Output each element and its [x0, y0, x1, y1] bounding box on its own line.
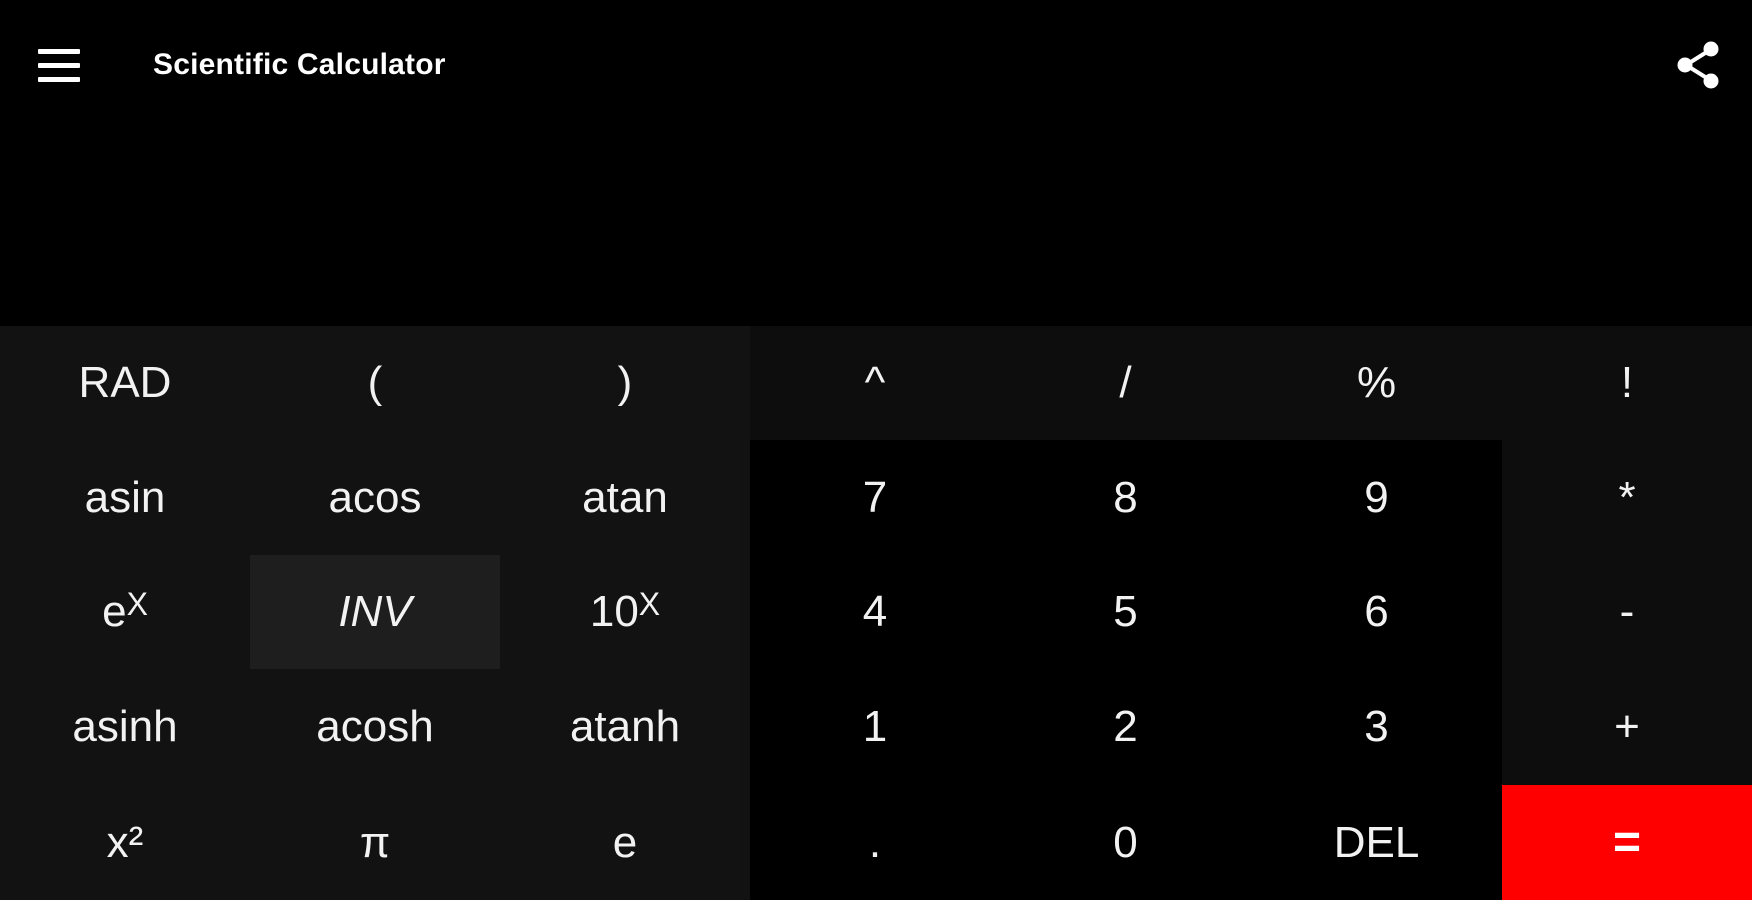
rad-button[interactable]: RAD [0, 326, 250, 440]
open-paren-button[interactable]: ( [250, 326, 500, 440]
plus-button[interactable]: + [1502, 669, 1752, 785]
digit-9-button[interactable]: 9 [1251, 440, 1502, 555]
result-display [0, 130, 1752, 326]
hamburger-menu-icon [38, 48, 80, 54]
digit-7-button[interactable]: 7 [750, 440, 1000, 555]
atan-button[interactable]: atan [500, 440, 750, 555]
multiply-button[interactable]: * [1502, 440, 1752, 555]
digit-5-button[interactable]: 5 [1000, 555, 1251, 669]
divide-button[interactable]: / [1000, 326, 1251, 440]
inv-button[interactable]: INV [250, 555, 500, 669]
acos-button[interactable]: acos [250, 440, 500, 555]
asinh-button[interactable]: asinh [0, 669, 250, 785]
exp-power: X [126, 585, 148, 622]
equals-button[interactable]: = [1502, 785, 1752, 900]
square-button[interactable]: x² [0, 785, 250, 900]
share-button[interactable] [1674, 38, 1726, 92]
close-paren-button[interactable]: ) [500, 326, 750, 440]
digit-6-button[interactable]: 6 [1251, 555, 1502, 669]
digit-2-button[interactable]: 2 [1000, 669, 1251, 785]
digit-4-button[interactable]: 4 [750, 555, 1000, 669]
share-icon [1677, 41, 1719, 89]
ten-power-button[interactable]: 10 X [500, 555, 750, 669]
app-bar: Scientific Calculator [0, 0, 1752, 130]
menu-button[interactable] [28, 40, 90, 90]
app-title: Scientific Calculator [153, 48, 446, 81]
acosh-button[interactable]: acosh [250, 669, 500, 785]
exp-button[interactable]: eX [0, 555, 250, 669]
hamburger-menu-icon-bar [38, 76, 80, 82]
digit-1-button[interactable]: 1 [750, 669, 1000, 785]
digit-0-button[interactable]: 0 [1000, 785, 1251, 900]
delete-button[interactable]: DEL [1251, 785, 1502, 900]
decimal-point-button[interactable]: . [750, 785, 1000, 900]
hamburger-menu-icon-bar [38, 62, 80, 68]
minus-button[interactable]: - [1502, 555, 1752, 669]
atanh-button[interactable]: atanh [500, 669, 750, 785]
keypad: RAD ( ) ^ / % ! asin acos atan 7 8 9 * e… [0, 326, 1752, 900]
ten-power-base: 10 [589, 587, 639, 636]
factorial-button[interactable]: ! [1502, 326, 1752, 440]
digit-8-button[interactable]: 8 [1000, 440, 1251, 555]
asin-button[interactable]: asin [0, 440, 250, 555]
digit-3-button[interactable]: 3 [1251, 669, 1502, 785]
e-constant-button[interactable]: e [500, 785, 750, 900]
ten-power-exponent: X [638, 585, 661, 622]
power-button[interactable]: ^ [750, 326, 1000, 440]
exp-base: e [102, 587, 127, 636]
pi-button[interactable]: π [250, 785, 500, 900]
percent-button[interactable]: % [1251, 326, 1502, 440]
